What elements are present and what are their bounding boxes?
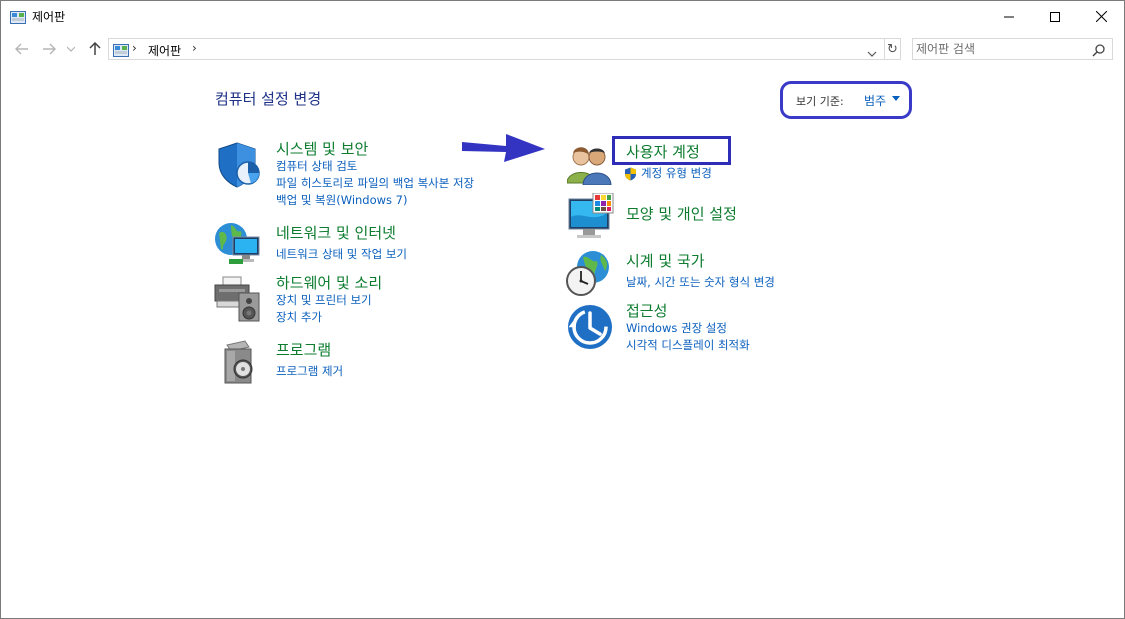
caret-down-icon[interactable] [892,96,900,101]
category-clock-region[interactable]: 시계 및 국가 [626,250,705,271]
search-icon[interactable] [1092,42,1105,61]
link-change-date-time-format[interactable]: 날짜, 시간 또는 숫자 형식 변경 [626,274,775,290]
appearance-personalization-icon[interactable] [567,192,615,241]
search-box[interactable] [912,38,1113,60]
breadcrumb-control-panel[interactable]: 제어판 [148,42,181,59]
clock-region-icon[interactable] [565,249,613,297]
address-bar[interactable]: › 제어판 › ↻ [108,38,901,60]
up-button[interactable] [85,39,105,59]
category-system-security[interactable]: 시스템 및 보안 [276,138,368,159]
control-panel-icon [113,42,129,61]
chevron-down-icon [867,51,877,57]
arrow-up-icon [89,42,101,55]
link-devices-printers[interactable]: 장치 및 프린터 보기 [276,292,372,308]
maximize-icon [1050,11,1060,22]
link-network-status[interactable]: 네트워크 상태 및 작업 보기 [276,246,407,262]
minimize-icon [1004,16,1014,17]
refresh-button[interactable]: ↻ [884,39,900,59]
uac-shield-icon [624,166,637,185]
programs-icon[interactable] [219,339,267,387]
chevron-down-icon [67,46,75,52]
category-network-internet[interactable]: 네트워크 및 인터넷 [276,222,396,243]
view-by-control: 보기 기준: 범주 [780,81,912,119]
link-backup-restore[interactable]: 백업 및 복원(Windows 7) [276,192,408,208]
view-by-label: 보기 기준: [796,95,844,108]
breadcrumb-separator-icon[interactable]: › [132,41,137,55]
arrow-left-icon [15,43,28,55]
category-appearance-personalization[interactable]: 모양 및 개인 설정 [626,203,737,224]
control-panel-icon [10,9,26,24]
view-by-dropdown[interactable]: 범주 [864,92,886,109]
category-ease-of-access[interactable]: 접근성 [626,300,667,321]
link-windows-recommended-settings[interactable]: Windows 권장 설정 [626,320,727,336]
hardware-sound-icon[interactable] [213,273,261,322]
link-review-computer-status[interactable]: 컴퓨터 상태 검토 [276,158,357,174]
breadcrumb-separator-icon[interactable]: › [192,41,197,55]
back-button[interactable] [12,39,32,59]
address-dropdown-button[interactable] [867,43,877,62]
ease-of-access-icon[interactable] [567,304,615,352]
window-title: 제어판 [32,10,66,24]
annotation-arrow-icon [462,132,546,168]
category-hardware-sound[interactable]: 하드웨어 및 소리 [276,272,382,293]
recent-locations-button[interactable] [64,39,78,59]
forward-button[interactable] [39,39,59,59]
page-title: 컴퓨터 설정 변경 [215,90,322,108]
system-security-icon[interactable] [215,141,263,189]
network-internet-icon[interactable] [213,219,261,267]
link-uninstall-program[interactable]: 프로그램 제거 [276,363,343,379]
category-user-accounts[interactable]: 사용자 계정 [626,141,700,162]
link-optimize-visual-display[interactable]: 시각적 디스플레이 최적화 [626,337,750,353]
close-icon [1095,11,1107,22]
title-bar: 제어판 [1,1,1124,32]
search-input[interactable] [916,41,1086,57]
link-change-account-type[interactable]: 계정 유형 변경 [641,165,712,181]
link-add-device[interactable]: 장치 추가 [276,309,322,325]
link-file-history-backup[interactable]: 파일 히스토리로 파일의 백업 복사본 저장 [276,175,474,191]
user-accounts-icon[interactable] [566,143,615,191]
category-programs[interactable]: 프로그램 [276,339,331,360]
maximize-button[interactable] [1032,1,1078,32]
close-button[interactable] [1078,1,1124,32]
minimize-button[interactable] [986,1,1032,32]
control-panel-window: 제어판 › 제어판 › ↻ 제어판 검색 컴퓨터 설정 변경 보기 기준: 범주… [0,0,1125,619]
arrow-right-icon [43,43,56,55]
